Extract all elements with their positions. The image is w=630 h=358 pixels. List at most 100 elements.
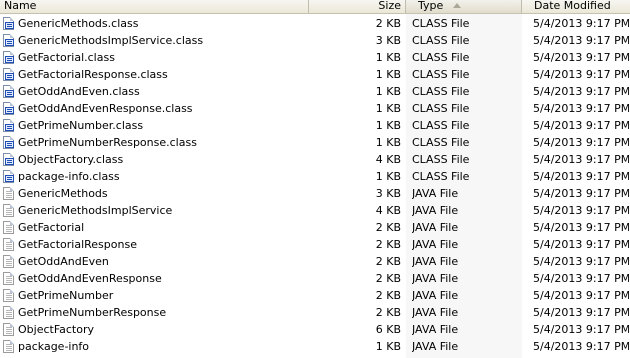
file-type: JAVA File <box>412 221 459 234</box>
file-date-modified: 5/4/2013 9:17 PM <box>533 51 629 64</box>
file-row[interactable]: GetFactorialResponse.class 1 KB CLASS File… <box>0 66 630 83</box>
file-size: 2 KB <box>375 221 401 234</box>
file-row[interactable]: GetOddAndEvenResponse 2 KB JAVA File 5/4/20… <box>0 270 630 287</box>
class-file-icon <box>3 102 14 115</box>
file-type: JAVA File <box>412 255 459 268</box>
file-list-view: Name Size Type Date Modified GenericMeth… <box>0 0 630 358</box>
file-type: CLASS File <box>412 17 470 30</box>
file-icon-cell <box>2 219 16 236</box>
file-icon-cell <box>2 168 16 185</box>
file-date-modified: 5/4/2013 9:17 PM <box>533 272 629 285</box>
file-name: GetPrimeNumberResponse <box>18 306 167 319</box>
file-type: CLASS File <box>412 51 470 64</box>
class-file-icon <box>3 85 14 98</box>
file-size: 4 KB <box>375 153 401 166</box>
file-type: JAVA File <box>412 187 459 200</box>
file-icon-cell <box>2 83 16 100</box>
sort-ascending-icon <box>453 3 461 8</box>
file-row[interactable]: ObjectFactory 6 KB JAVA File 5/4/2013 9:17 … <box>0 321 630 338</box>
file-row[interactable]: GenericMethodsImplService.class 3 KB CLASS… <box>0 32 630 49</box>
file-row[interactable]: GetPrimeNumberResponse.class 1 KB CLASS Fi… <box>0 134 630 151</box>
file-row[interactable]: GetFactorialResponse 2 KB JAVA File 5/4/201… <box>0 236 630 253</box>
file-rows: GenericMethods.class 2 KB CLASS File 5/4/20… <box>0 15 630 355</box>
file-icon-cell <box>2 338 16 355</box>
file-icon-cell <box>2 185 16 202</box>
file-name: GetOddAndEven.class <box>18 85 140 98</box>
file-name: GetOddAndEven <box>18 255 109 268</box>
file-size: 1 KB <box>375 136 401 149</box>
file-row[interactable]: package-info.class 1 KB CLASS File 5/4/2013… <box>0 168 630 185</box>
file-date-modified: 5/4/2013 9:17 PM <box>533 289 629 302</box>
file-name: GenericMethods <box>18 187 108 200</box>
column-header-size-label: Size <box>378 0 401 12</box>
file-row[interactable]: GetOddAndEven.class 1 KB CLASS File 5/4/201… <box>0 83 630 100</box>
file-date-modified: 5/4/2013 9:17 PM <box>533 221 629 234</box>
file-icon-cell <box>2 15 16 32</box>
file-size: 2 KB <box>375 17 401 30</box>
file-date-modified: 5/4/2013 9:17 PM <box>533 323 629 336</box>
column-header-type[interactable]: Type <box>406 0 522 13</box>
file-icon-cell <box>2 117 16 134</box>
file-size: 2 KB <box>375 238 401 251</box>
class-file-icon <box>3 68 14 81</box>
file-icon-cell <box>2 287 16 304</box>
file-row[interactable]: GetFactorial 2 KB JAVA File 5/4/2013 9:17 P… <box>0 219 630 236</box>
file-type: JAVA File <box>412 323 459 336</box>
file-date-modified: 5/4/2013 9:17 PM <box>533 306 629 319</box>
column-header-size[interactable]: Size <box>309 0 406 13</box>
file-date-modified: 5/4/2013 9:17 PM <box>533 17 629 30</box>
file-name: package-info <box>18 340 90 353</box>
file-row[interactable]: GenericMethods.class 2 KB CLASS File 5/4/20… <box>0 15 630 32</box>
file-date-modified: 5/4/2013 9:17 PM <box>533 187 629 200</box>
file-date-modified: 5/4/2013 9:17 PM <box>533 68 629 81</box>
file-row[interactable]: GetPrimeNumberResponse 2 KB JAVA File 5/4/2… <box>0 304 630 321</box>
file-type: JAVA File <box>412 238 459 251</box>
file-date-modified: 5/4/2013 9:17 PM <box>533 204 629 217</box>
file-row[interactable]: GenericMethodsImplService 4 KB JAVA File 5/… <box>0 202 630 219</box>
file-icon-cell <box>2 321 16 338</box>
file-row[interactable]: GenericMethods 3 KB JAVA File 5/4/2013 9:17… <box>0 185 630 202</box>
file-row[interactable]: ObjectFactory.class 4 KB CLASS File 5/4/201… <box>0 151 630 168</box>
file-name: GetPrimeNumber <box>18 289 114 302</box>
column-header-bar: Name Size Type Date Modified <box>0 0 630 14</box>
file-size: 6 KB <box>375 323 401 336</box>
file-size: 1 KB <box>375 170 401 183</box>
file-size: 3 KB <box>375 34 401 47</box>
file-date-modified: 5/4/2013 9:17 PM <box>533 136 629 149</box>
file-size: 2 KB <box>375 306 401 319</box>
file-size: 4 KB <box>375 204 401 217</box>
file-row[interactable]: GetPrimeNumber 2 KB JAVA File 5/4/2013 9:17… <box>0 287 630 304</box>
file-icon-cell <box>2 202 16 219</box>
file-icon-cell <box>2 304 16 321</box>
java-file-icon <box>3 187 14 200</box>
file-name: package-info.class <box>18 170 120 183</box>
java-file-icon <box>3 340 14 353</box>
java-file-icon <box>3 289 14 302</box>
file-date-modified: 5/4/2013 9:17 PM <box>533 34 629 47</box>
file-name: GetPrimeNumberResponse.class <box>18 136 197 149</box>
file-date-modified: 5/4/2013 9:17 PM <box>533 255 629 268</box>
file-type: CLASS File <box>412 102 470 115</box>
column-header-name[interactable]: Name <box>0 0 309 13</box>
file-icon-cell <box>2 270 16 287</box>
file-size: 2 KB <box>375 289 401 302</box>
file-row[interactable]: GetOddAndEvenResponse.class 1 KB CLASS Fil… <box>0 100 630 117</box>
column-header-date-label: Date Modified <box>534 0 611 12</box>
class-file-icon <box>3 51 14 64</box>
file-name: GetOddAndEvenResponse <box>18 272 162 285</box>
file-date-modified: 5/4/2013 9:17 PM <box>533 153 629 166</box>
class-file-icon <box>3 153 14 166</box>
column-header-date-modified[interactable]: Date Modified <box>522 0 630 13</box>
file-name: GetOddAndEvenResponse.class <box>18 102 193 115</box>
java-file-icon <box>3 221 14 234</box>
file-type: JAVA File <box>412 272 459 285</box>
file-size: 2 KB <box>375 272 401 285</box>
file-size: 1 KB <box>375 340 401 353</box>
file-row[interactable]: package-info 1 KB JAVA File 5/4/2013 9:17 P… <box>0 338 630 355</box>
java-file-icon <box>3 323 14 336</box>
file-row[interactable]: GetFactorial.class 1 KB CLASS File 5/4/2013… <box>0 49 630 66</box>
file-row[interactable]: GetPrimeNumber.class 1 KB CLASS File 5/4/20… <box>0 117 630 134</box>
file-date-modified: 5/4/2013 9:17 PM <box>533 170 629 183</box>
file-name: GenericMethodsImplService.class <box>18 34 204 47</box>
file-row[interactable]: GetOddAndEven 2 KB JAVA File 5/4/2013 9:17 … <box>0 253 630 270</box>
